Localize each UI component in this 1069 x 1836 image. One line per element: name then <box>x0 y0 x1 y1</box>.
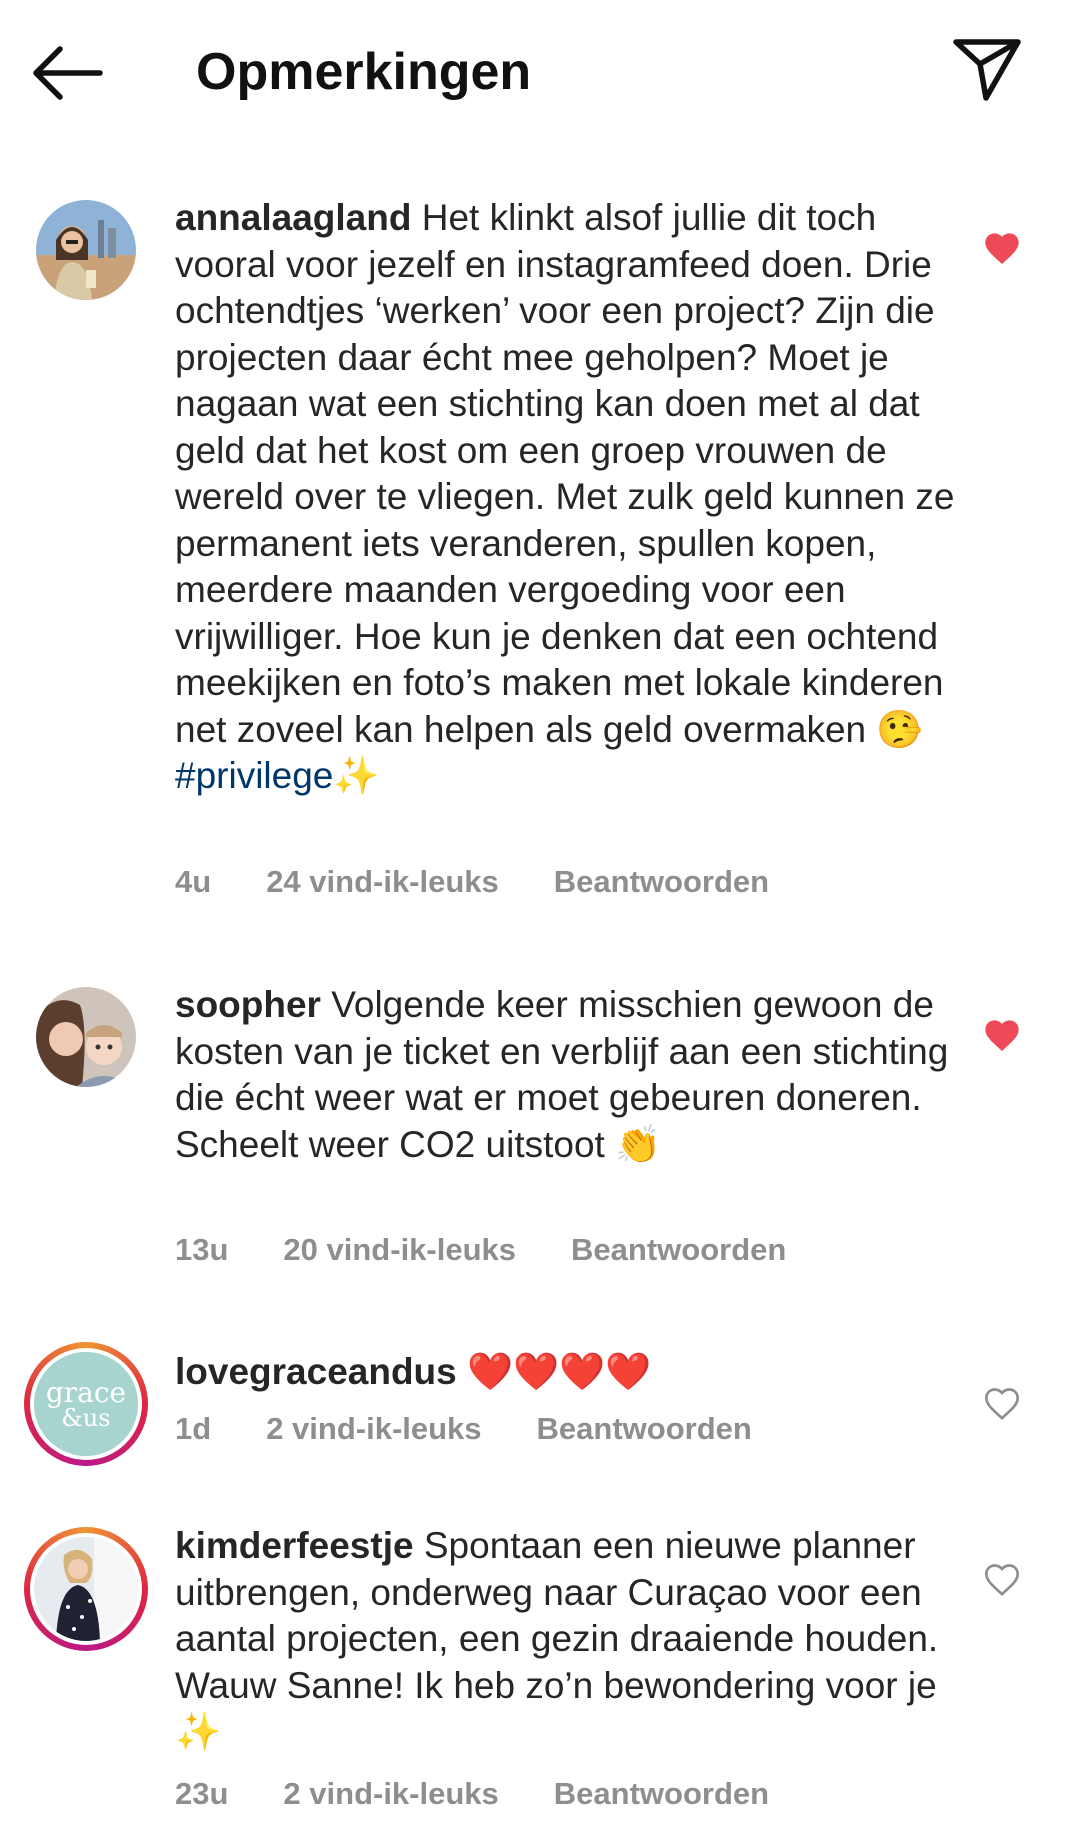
like-button[interactable] <box>982 1016 1022 1056</box>
comment-meta: 1d 2 vind-ik-leuks Beantwoorden <box>175 1409 807 1449</box>
comment-meta: 13u 20 vind-ik-leuks Beantwoorden <box>175 1230 841 1270</box>
comment-body: Het klinkt alsof jullie dit toch vooral … <box>175 197 955 750</box>
back-button[interactable] <box>30 40 106 106</box>
comment-item: grace &us lovegraceandus ❤️❤️❤️❤️ 1d 2 vi… <box>0 1342 1069 1482</box>
comment-username[interactable]: annalaagland <box>175 197 411 238</box>
story-ring[interactable] <box>24 1527 148 1651</box>
like-button[interactable] <box>982 1560 1022 1600</box>
avatar <box>34 1537 138 1641</box>
header-bar: Opmerkingen <box>0 0 1069 140</box>
comment-meta: 4u 24 vind-ik-leuks Beantwoorden <box>175 862 824 902</box>
like-button[interactable] <box>982 1384 1022 1424</box>
heart-filled-icon <box>985 1020 1019 1051</box>
sparkles-emoji: ✨ <box>333 755 380 796</box>
comment-time: 13u <box>175 1232 229 1267</box>
comment-text: soopher Volgende keer misschien gewoon d… <box>175 982 955 1168</box>
heart-filled-icon <box>985 233 1019 264</box>
like-count[interactable]: 2 vind-ik-leuks <box>266 1409 481 1449</box>
comment-username[interactable]: lovegraceandus <box>175 1351 457 1392</box>
avatar: grace &us <box>34 1352 138 1456</box>
heart-outline-icon <box>984 1388 1020 1420</box>
comment-body: ❤️❤️❤️❤️ <box>467 1351 652 1392</box>
like-count[interactable]: 20 vind-ik-leuks <box>283 1230 516 1270</box>
hashtag-link[interactable]: #privilege <box>175 755 333 796</box>
comment-username[interactable]: soopher <box>175 984 321 1025</box>
reply-button[interactable]: Beantwoorden <box>554 862 769 902</box>
heart-outline-icon <box>984 1564 1020 1596</box>
comment-item: kimderfeestje Spontaan een nieuwe planne… <box>0 1525 1069 1832</box>
reply-button[interactable]: Beantwoorden <box>571 1230 786 1270</box>
comment-time: 23u <box>175 1776 229 1811</box>
reply-button[interactable]: Beantwoorden <box>554 1774 769 1814</box>
arrow-left-icon <box>33 46 103 100</box>
story-ring[interactable]: grace &us <box>24 1342 148 1466</box>
paper-plane-icon <box>953 39 1021 101</box>
comment-item: soopher Volgende keer misschien gewoon d… <box>0 982 1069 1292</box>
comment-text: kimderfeestje Spontaan een nieuwe planne… <box>175 1523 955 1756</box>
comment-text: lovegraceandus ❤️❤️❤️❤️ <box>175 1349 955 1396</box>
svg-text:&us: &us <box>61 1404 110 1432</box>
like-count[interactable]: 2 vind-ik-leuks <box>283 1774 498 1814</box>
comment-time: 1d <box>175 1411 212 1446</box>
comment-username[interactable]: kimderfeestje <box>175 1525 414 1566</box>
like-button[interactable] <box>982 229 1022 269</box>
comment-text: annalaagland Het klinkt alsof jullie dit… <box>175 195 955 800</box>
page-title: Opmerkingen <box>196 43 532 101</box>
comment-item: annalaagland Het klinkt alsof jullie dit… <box>0 195 1069 915</box>
comment-meta: 23u 2 vind-ik-leuks Beantwoorden <box>175 1774 824 1814</box>
avatar[interactable] <box>36 987 136 1087</box>
reply-button[interactable]: Beantwoorden <box>537 1409 752 1449</box>
like-count[interactable]: 24 vind-ik-leuks <box>266 862 499 902</box>
share-button[interactable] <box>950 34 1026 104</box>
avatar[interactable] <box>36 200 136 300</box>
comment-time: 4u <box>175 864 212 899</box>
